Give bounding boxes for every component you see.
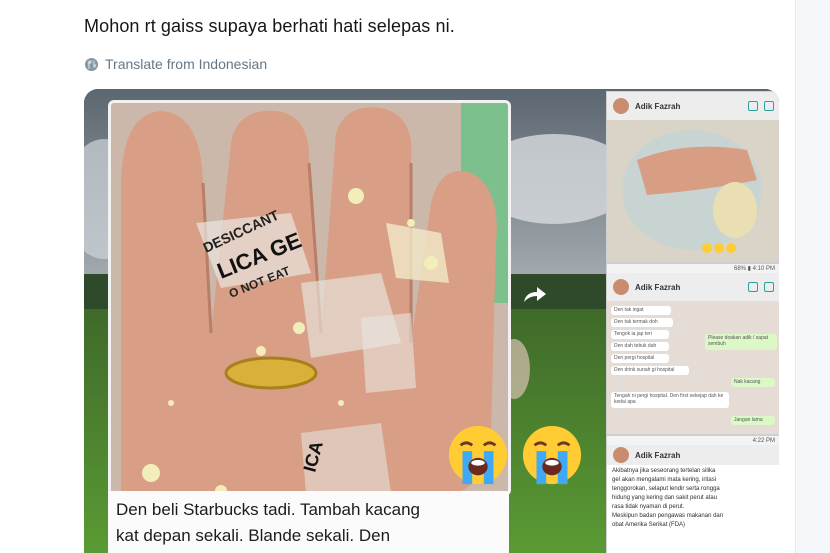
- article-line: gel akan mengalami mata kering, iritasi: [612, 477, 717, 483]
- contact-name: Adik Fazrah: [635, 282, 681, 292]
- translate-link[interactable]: Translate from Indonesian: [84, 54, 267, 74]
- article-line: obat Amerika Serikat (FDA): [612, 522, 686, 528]
- chat-message: Nak kacang: [731, 378, 775, 387]
- loudly-crying-face-icon: [448, 425, 508, 485]
- chat-header: Adik Fazrah: [607, 273, 779, 301]
- chat-screenshot-1: Adik Fazrah: [606, 91, 779, 263]
- contact-name: Adik Fazrah: [635, 101, 681, 111]
- chat-message: Tengah ni pergi hospital. Den first seke…: [611, 392, 729, 408]
- caption-line-2: kat depan sekali. Blande sekali. Den: [116, 526, 391, 545]
- chat-screenshot-3: 4:22 PM Adik Fazrah Akibatnya jika seseo…: [606, 435, 779, 553]
- chat-message: Jangan lama: [731, 416, 775, 425]
- article-line: tenggorokan, selaput lendir serta rongga: [612, 486, 720, 492]
- video-call-icon: [748, 101, 758, 111]
- chat-message: Please doakan adik / sapat sembuh: [705, 334, 777, 350]
- status-bar: 4:22 PM: [607, 436, 779, 445]
- status-bar: 68% ▮ 4:10 PM: [607, 264, 779, 273]
- article-text: Akibatnya jika seseorang tertelan silika…: [607, 465, 779, 532]
- status-right: 4:22 PM: [752, 437, 775, 444]
- contact-name: Adik Fazrah: [635, 450, 681, 460]
- avatar: [613, 279, 629, 295]
- globe-icon: [84, 57, 99, 71]
- chat-header: Adik Fazrah: [607, 445, 779, 465]
- tweet-card: Mohon rt gaiss supaya berhati hati selep…: [0, 0, 796, 553]
- article-line: rasa tidak nyaman di perut.: [612, 504, 685, 510]
- share-arrow-icon: [524, 287, 546, 302]
- chat-message: Den tak termak doh: [611, 318, 673, 327]
- photo-caption: Den beli Starbucks tadi. Tambah kacang k…: [108, 491, 509, 553]
- article-line: hidung yang kering dan sakit perut atau: [612, 495, 718, 501]
- article-line: Akibatnya jika seseorang tertelan silika: [612, 468, 716, 474]
- loudly-crying-face-icon: [522, 425, 582, 485]
- chat-screenshot-2: 68% ▮ 4:10 PM Adik Fazrah Den tak ingat …: [606, 263, 779, 435]
- translate-label: Translate from Indonesian: [105, 56, 268, 72]
- avatar: [613, 98, 629, 114]
- chat-message: Den dah tebuk dah: [611, 342, 669, 351]
- chat-message: Den drink sunah gi hospital: [611, 366, 689, 375]
- right-rail: [796, 0, 830, 553]
- tweet-text: Mohon rt gaiss supaya berhati hati selep…: [84, 16, 455, 36]
- status-right: 68% ▮ 4:10 PM: [734, 266, 775, 272]
- chat-message: Den tak ingat: [611, 306, 671, 315]
- chat-header: Adik Fazrah: [607, 92, 779, 120]
- chat-message: Den pergi hospital: [611, 354, 669, 363]
- phone-icon: [764, 101, 774, 111]
- phone-icon: [764, 282, 774, 292]
- article-line: Meskipun badan pengawas makanan dan: [612, 513, 724, 519]
- chat-photo: [607, 120, 779, 262]
- video-call-icon: [748, 282, 758, 292]
- chat-message: Tengok la jap teri: [611, 330, 669, 339]
- caption-line-1: Den beli Starbucks tadi. Tambah kacang: [116, 500, 420, 519]
- tweet-media[interactable]: DESICCANT LICA GE O NOT EAT ICA Den beli…: [84, 89, 779, 553]
- avatar: [613, 447, 629, 463]
- page: Mohon rt gaiss supaya berhati hati selep…: [0, 0, 830, 553]
